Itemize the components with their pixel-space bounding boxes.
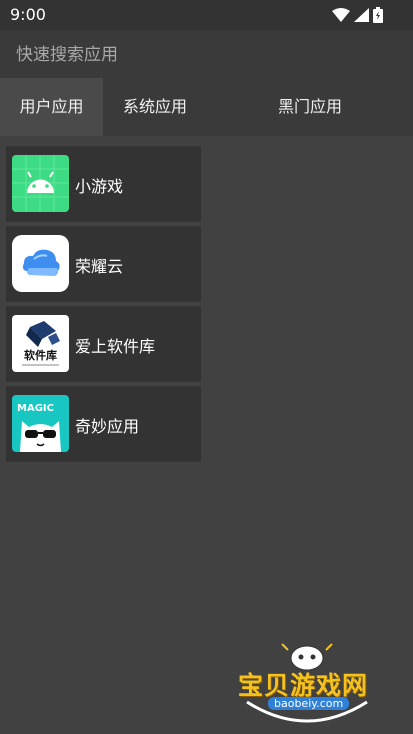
software-library-icon: 软件库 [12,315,69,372]
tab-blacklist-apps[interactable]: 黑门应用 [207,78,413,136]
search-input[interactable] [14,38,398,72]
watermark-logo: 宝贝游戏网 baobeiy.com [232,640,382,728]
app-list: 小游戏 荣耀云 软件库 爱上软件库 MAGIC 奇妙应用 [6,146,201,466]
tab-user-apps[interactable]: 用户应用 [0,78,103,136]
app-item-honor-cloud[interactable]: 荣耀云 [6,226,201,302]
search-bar [0,30,413,78]
app-item-software-library[interactable]: 软件库 爱上软件库 [6,306,201,382]
battery-icon [373,7,383,23]
android-icon [12,155,69,212]
app-name: 荣耀云 [75,257,124,276]
icon-text: 软件库 [24,348,57,362]
magic-cat-icon: MAGIC [12,395,69,452]
status-icons [332,7,383,23]
status-time: 9:00 [10,5,46,24]
tab-system-apps[interactable]: 系统应用 [103,78,207,136]
tab-bar: 用户应用 系统应用 黑门应用 [0,78,413,136]
app-name: 小游戏 [75,177,124,196]
app-item-magic-apps[interactable]: MAGIC 奇妙应用 [6,386,201,462]
signal-icon [354,8,369,22]
app-item-mini-games[interactable]: 小游戏 [6,146,201,222]
wifi-icon [332,8,350,22]
app-name: 奇妙应用 [75,417,140,436]
icon-text: MAGIC [17,403,54,414]
app-name: 爱上软件库 [75,337,156,356]
watermark-url: baobeiy.com [268,697,350,710]
status-bar: 9:00 [0,0,413,30]
cloud-icon [12,235,69,292]
